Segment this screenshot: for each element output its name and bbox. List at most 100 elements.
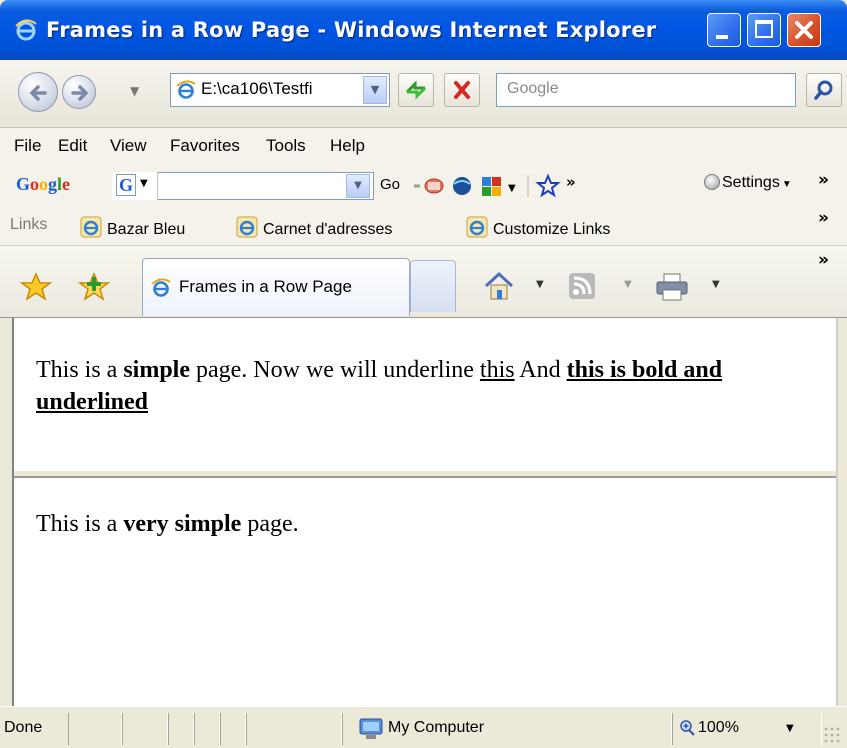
google-g-icon: G xyxy=(116,174,136,196)
google-toolbar-icons: ▼ » xyxy=(410,173,660,199)
address-dropdown-icon[interactable]: ▼ xyxy=(363,76,387,104)
window-title: Frames in a Row Page - Windows Internet … xyxy=(46,18,657,42)
link-bazar-bleu[interactable]: Bazar Bleu xyxy=(80,216,185,239)
settings-radio-icon xyxy=(704,174,720,190)
links-label: Links xyxy=(10,216,48,233)
google-history-dropdown-icon[interactable]: ▼ xyxy=(346,174,370,198)
bottom-text-1: This is a xyxy=(36,511,124,537)
top-text-2: page. Now we will underline xyxy=(190,357,480,383)
svg-text:▼: ▼ xyxy=(508,183,516,194)
links-bar: Links Bazar Bleu Carnet d'adresses Custo… xyxy=(0,206,847,246)
page-content: This is a simple page. Now we will under… xyxy=(12,318,838,706)
menu-edit[interactable]: Edit xyxy=(58,136,87,156)
maximize-icon xyxy=(755,20,773,38)
title-bar[interactable]: Frames in a Row Page - Windows Internet … xyxy=(0,0,847,60)
google-logo[interactable]: Google xyxy=(16,174,70,195)
forward-button[interactable] xyxy=(62,75,96,109)
tab-bar: Frames in a Row Page ▼ ▼ ▼ » xyxy=(0,246,847,318)
menu-help[interactable]: Help xyxy=(330,136,365,156)
add-favorite-icon[interactable] xyxy=(77,272,111,307)
link-carnet-adresses[interactable]: Carnet d'adresses xyxy=(236,216,392,239)
search-input[interactable]: Google xyxy=(496,73,796,107)
status-text: Done xyxy=(4,719,43,736)
security-zone-label: My Computer xyxy=(388,719,485,736)
svg-text:»: » xyxy=(566,173,576,191)
google-go-button[interactable]: Go xyxy=(380,176,400,193)
top-frame: This is a simple page. Now we will under… xyxy=(14,320,836,470)
status-panel xyxy=(246,713,342,745)
stop-icon xyxy=(454,81,470,99)
minimize-button[interactable] xyxy=(707,13,741,47)
back-arrow-icon xyxy=(29,85,47,101)
tab-label: Frames in a Row Page xyxy=(179,277,352,296)
ie-link-icon xyxy=(466,216,488,238)
back-button[interactable] xyxy=(18,72,58,112)
menu-favorites[interactable]: Favorites xyxy=(170,136,240,156)
refresh-icon xyxy=(405,80,427,100)
minimize-icon xyxy=(716,35,728,39)
top-bold-simple: simple xyxy=(123,357,190,383)
google-toolbar: Google G ▼ ▼ Go ▼ » Settings ▼ » xyxy=(0,164,847,206)
status-panel xyxy=(122,713,168,745)
page-ie-icon xyxy=(176,80,196,105)
tab-ie-icon xyxy=(151,278,171,303)
close-button[interactable] xyxy=(787,13,821,47)
address-text[interactable]: E:\ca106\Testfi xyxy=(201,79,361,99)
bottom-frame: This is a very simple page. xyxy=(14,478,836,706)
status-panel xyxy=(220,713,246,745)
new-tab-button[interactable] xyxy=(410,260,456,312)
google-menu-arrow-icon: ▼ xyxy=(140,178,148,189)
feed-dropdown-icon[interactable]: ▼ xyxy=(624,279,632,290)
ie-link-icon xyxy=(236,216,258,238)
menu-tools[interactable]: Tools xyxy=(266,136,306,156)
address-toolbar: ▼ E:\ca106\Testfi ▼ Google xyxy=(0,60,847,128)
top-text-3: And xyxy=(514,357,567,383)
link-label: Customize Links xyxy=(493,221,611,238)
google-earth-icon[interactable] xyxy=(453,177,471,195)
recent-pages-dropdown-icon[interactable]: ▼ xyxy=(130,84,139,98)
close-icon xyxy=(795,21,813,39)
stop-button[interactable] xyxy=(444,73,480,107)
refresh-button[interactable] xyxy=(398,73,434,107)
zoom-icon xyxy=(678,719,696,742)
bookmark-star-icon[interactable] xyxy=(535,173,561,198)
home-icon[interactable] xyxy=(482,270,516,307)
ie-logo-icon xyxy=(14,18,38,42)
status-panel xyxy=(168,713,194,745)
tab-toolbar-overflow[interactable]: » xyxy=(818,250,829,270)
home-dropdown-icon[interactable]: ▼ xyxy=(536,279,544,290)
menu-bar: File Edit View Favorites Tools Help xyxy=(0,128,847,164)
frame-divider[interactable] xyxy=(14,470,836,478)
google-search-menu-button[interactable]: G ▼ xyxy=(112,172,158,200)
top-underlined-this: this xyxy=(479,357,515,383)
menu-view[interactable]: View xyxy=(110,136,147,156)
buttons-icon[interactable] xyxy=(482,177,501,196)
ie-window: Frames in a Row Page - Windows Internet … xyxy=(0,0,847,748)
zoom-level[interactable]: 100% xyxy=(698,719,739,737)
google-toolbar-overflow[interactable]: » xyxy=(818,170,829,190)
search-button[interactable] xyxy=(806,73,842,107)
address-field[interactable]: E:\ca106\Testfi ▼ xyxy=(170,73,390,107)
link-customize-links[interactable]: Customize Links xyxy=(466,216,610,239)
link-label: Carnet d'adresses xyxy=(263,221,393,238)
print-icon[interactable] xyxy=(654,272,690,307)
tab-frames-in-a-row-page[interactable]: Frames in a Row Page xyxy=(142,258,410,316)
resize-grip-icon[interactable] xyxy=(823,726,841,744)
popup-blocker-icon[interactable] xyxy=(424,178,444,194)
top-text-1: This is a xyxy=(36,357,124,383)
status-panel xyxy=(68,713,122,745)
google-settings-button[interactable]: Settings ▼ xyxy=(704,174,792,192)
search-icon xyxy=(814,80,833,100)
menu-file[interactable]: File xyxy=(14,136,41,156)
status-bar: Done My Computer 100% ▼ xyxy=(0,706,847,748)
maximize-button[interactable] xyxy=(747,13,781,47)
print-dropdown-icon[interactable]: ▼ xyxy=(712,279,720,290)
my-computer-icon xyxy=(358,717,384,746)
forward-arrow-icon xyxy=(71,85,89,101)
rss-feed-icon[interactable] xyxy=(568,272,596,305)
ie-link-icon xyxy=(80,216,102,238)
links-overflow[interactable]: » xyxy=(818,208,829,228)
favorites-star-icon[interactable] xyxy=(19,272,53,307)
zoom-dropdown-icon[interactable]: ▼ xyxy=(786,723,794,734)
bottom-text-2: page. xyxy=(241,511,299,537)
